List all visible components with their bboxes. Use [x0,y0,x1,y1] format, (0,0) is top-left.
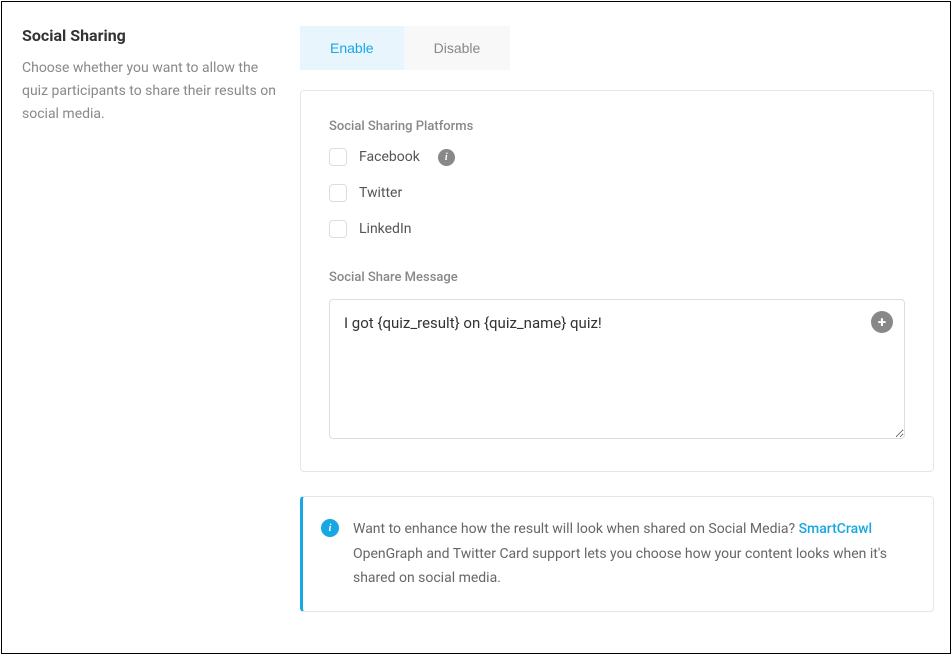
info-box-text: Want to enhance how the result will look… [353,517,913,591]
platform-row-linkedin: LinkedIn [329,220,905,238]
checkbox-linkedin[interactable] [329,220,347,238]
smartcrawl-info-box: i Want to enhance how the result will lo… [300,496,934,612]
info-text-pre: Want to enhance how the result will look… [353,521,799,537]
settings-content: Enable Disable Social Sharing Platforms … [300,26,934,637]
checkbox-facebook[interactable] [329,148,347,166]
share-message-section: Social Share Message + [329,270,905,443]
smartcrawl-link[interactable]: SmartCrawl [799,521,873,537]
checkbox-label-twitter: Twitter [359,185,402,201]
settings-panel: Social Sharing Platforms Facebook i Twit… [300,90,934,472]
platforms-label: Social Sharing Platforms [329,119,905,134]
section-description: Choose whether you want to allow the qui… [22,57,276,126]
checkbox-label-facebook: Facebook [359,149,420,165]
tab-disable[interactable]: Disable [404,26,511,70]
social-sharing-settings: Social Sharing Choose whether you want t… [1,1,951,654]
checkbox-label-linkedin: LinkedIn [359,221,412,237]
info-icon: i [321,519,339,537]
platform-row-facebook: Facebook i [329,148,905,166]
share-message-label: Social Share Message [329,270,905,285]
sidebar-description: Social Sharing Choose whether you want t… [18,26,276,637]
tab-enable[interactable]: Enable [300,26,404,70]
section-title: Social Sharing [22,26,276,45]
platform-row-twitter: Twitter [329,184,905,202]
info-icon[interactable]: i [438,149,455,166]
checkbox-twitter[interactable] [329,184,347,202]
enable-disable-tabs: Enable Disable [300,26,934,70]
share-message-wrap: + [329,299,905,443]
share-message-input[interactable] [329,299,905,439]
info-text-post: OpenGraph and Twitter Card support lets … [353,546,887,587]
add-variable-button[interactable]: + [871,311,893,333]
